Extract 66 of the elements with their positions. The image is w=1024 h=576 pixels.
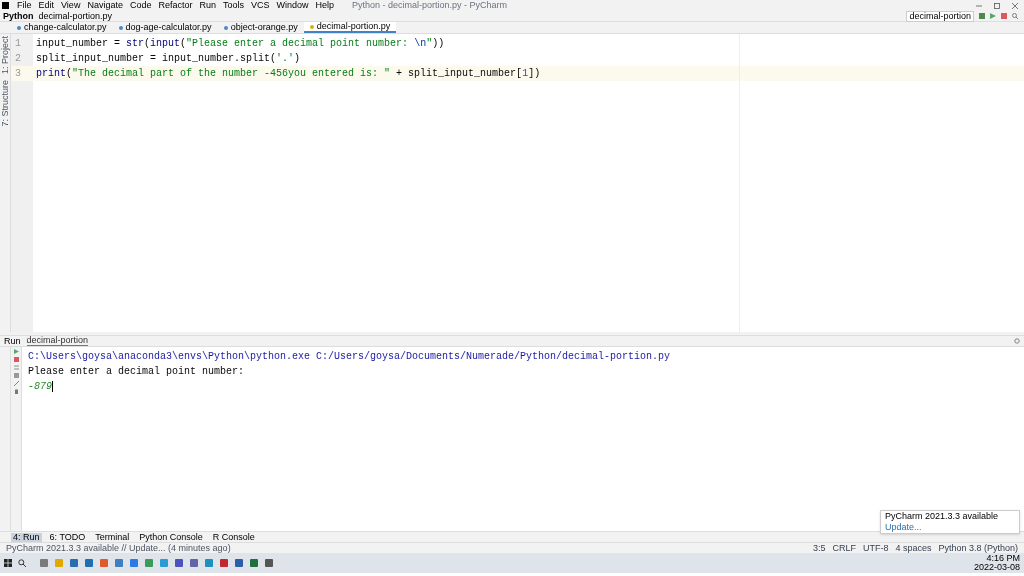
file-tab[interactable]: object-orange.py bbox=[217, 22, 304, 33]
breadcrumb-item[interactable]: Python bbox=[3, 11, 34, 21]
file-tab[interactable]: decimal-portion.py bbox=[303, 22, 397, 33]
code-line: input_number = str(input("Please enter a decimal point number: \n")) bbox=[36, 37, 445, 51]
close-icon[interactable] bbox=[1012, 2, 1018, 9]
menu-item[interactable]: View bbox=[61, 1, 81, 10]
status-item[interactable]: 3:5 bbox=[812, 543, 826, 553]
tool-window-tab[interactable]: 6: TODO bbox=[47, 532, 88, 542]
panel-title: Run bbox=[4, 336, 21, 346]
status-message: PyCharm 2021.3.3 available // Update... (4 minutes ago) bbox=[6, 543, 231, 553]
clock-date: 2022-03-08 bbox=[973, 563, 1020, 572]
code-line: print("The decimal part of the number -456you entered is: " + split_input_number[1]) bbox=[36, 67, 541, 81]
notification-title: PyCharm 2021.3.3 available bbox=[885, 512, 1000, 521]
rerun-icon[interactable] bbox=[13, 349, 19, 354]
settings-icon[interactable] bbox=[1014, 338, 1020, 344]
run-config-dropdown[interactable]: decimal-portion bbox=[906, 10, 974, 22]
menu-item[interactable]: Run bbox=[199, 1, 216, 10]
run-icon[interactable] bbox=[990, 13, 996, 19]
text-cursor bbox=[52, 381, 53, 392]
build-icon[interactable] bbox=[979, 13, 985, 19]
menu-item[interactable]: Refactor bbox=[158, 1, 193, 10]
menu-item[interactable]: File bbox=[17, 1, 32, 10]
status-item[interactable]: CRLF bbox=[832, 543, 856, 553]
window-title: Python - decimal-portion.py - PyCharm bbox=[352, 1, 508, 10]
status-item[interactable]: Python 3.8 (Python) bbox=[938, 543, 1018, 553]
scroll-icon[interactable] bbox=[13, 365, 19, 370]
menu-item[interactable]: Edit bbox=[38, 1, 55, 10]
console-output: C:\Users\goysa\anaconda3\envs\Python\python.exe C:/Users/goysa/Documents/Numerade/Python/decimal-portion.py bbox=[28, 350, 671, 364]
trash-icon[interactable] bbox=[13, 389, 19, 394]
tool-window-tab[interactable]: Python Console bbox=[137, 532, 205, 542]
run-tab[interactable]: decimal-portion bbox=[26, 336, 89, 346]
file-tab[interactable]: dog-age-calculator.py bbox=[112, 22, 218, 33]
tool-window-tab[interactable]: R Console bbox=[210, 532, 257, 542]
tool-window-tab[interactable]: 1: Project bbox=[0, 36, 10, 75]
clock-time: 4:16 PM bbox=[986, 554, 1020, 563]
menu-item[interactable]: Window bbox=[276, 1, 309, 10]
pin-icon[interactable] bbox=[13, 381, 19, 386]
line-number: 2 bbox=[14, 52, 22, 66]
minimize-icon[interactable] bbox=[976, 2, 982, 9]
python-file-icon bbox=[17, 25, 21, 30]
line-number: 3 bbox=[11, 66, 33, 81]
windows-icon[interactable] bbox=[4, 559, 12, 567]
update-link[interactable]: Update... bbox=[885, 523, 922, 532]
python-file-icon bbox=[118, 25, 123, 30]
menu-item[interactable]: Help bbox=[315, 1, 335, 10]
tool-window-tab[interactable]: 7: Structure bbox=[0, 80, 10, 127]
status-item[interactable]: 4 spaces bbox=[895, 543, 932, 553]
menu-item[interactable]: Navigate bbox=[87, 1, 123, 10]
file-tab[interactable]: change-calculator.py bbox=[11, 22, 113, 33]
tool-window-tab[interactable]: Terminal bbox=[93, 532, 132, 542]
tool-window-tab[interactable]: 4: Run bbox=[11, 532, 42, 542]
typed-input-text: -879 bbox=[28, 380, 52, 394]
console-output: Please enter a decimal point number: bbox=[28, 365, 245, 379]
menu-item[interactable]: VCS bbox=[251, 1, 270, 10]
python-file-icon bbox=[223, 25, 228, 30]
line-number: 1 bbox=[14, 37, 22, 51]
status-item[interactable]: UTF-8 bbox=[862, 543, 889, 553]
python-file-icon bbox=[309, 24, 314, 29]
app-logo-icon bbox=[2, 2, 9, 9]
menu-item[interactable]: Tools bbox=[222, 1, 244, 10]
menu-item[interactable]: Code bbox=[129, 1, 152, 10]
maximize-icon[interactable] bbox=[994, 2, 1000, 9]
stop-icon[interactable] bbox=[13, 357, 19, 362]
search-icon[interactable] bbox=[18, 559, 26, 567]
breadcrumb-item[interactable]: decimal-portion.py bbox=[38, 11, 113, 21]
code-line: split_input_number = input_number.split('.') bbox=[36, 52, 301, 66]
